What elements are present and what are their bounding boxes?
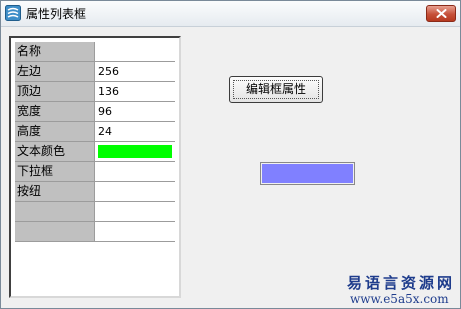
window-title: 属性列表框 — [26, 7, 87, 21]
property-value[interactable]: 136 — [95, 82, 175, 101]
property-row[interactable]: 顶边 136 — [15, 82, 175, 102]
close-button[interactable] — [426, 5, 456, 22]
property-name: 宽度 — [15, 102, 95, 121]
property-row[interactable]: 按纽 — [15, 182, 175, 202]
property-name — [15, 222, 95, 241]
property-name: 左边 — [15, 62, 95, 81]
property-name: 按纽 — [15, 182, 95, 201]
property-value[interactable] — [95, 182, 175, 201]
watermark-site-name: 易语言资源网 — [347, 274, 456, 292]
title-bar[interactable]: 属性列表框 — [1, 1, 460, 27]
property-row[interactable]: 高度 24 — [15, 122, 175, 142]
close-icon — [436, 9, 447, 18]
color-swatch[interactable] — [98, 145, 172, 158]
preview-fill — [262, 164, 353, 183]
property-row[interactable]: 文本颜色 — [15, 142, 175, 162]
property-value[interactable] — [95, 142, 175, 161]
property-row[interactable] — [15, 202, 175, 222]
property-row[interactable]: 下拉框 — [15, 162, 175, 182]
property-list[interactable]: 名称 左边 256 顶边 136 宽度 96 高度 24 文本颜色 下拉框 按纽 — [9, 36, 181, 298]
property-row[interactable]: 左边 256 — [15, 62, 175, 82]
client-area: 名称 左边 256 顶边 136 宽度 96 高度 24 文本颜色 下拉框 按纽 编辑框属性 易语言资… — [1, 27, 460, 308]
watermark-url: www.e5a5x.com — [350, 292, 449, 306]
app-icon — [5, 5, 21, 21]
property-name — [15, 202, 95, 221]
edit-properties-button[interactable]: 编辑框属性 — [229, 76, 323, 103]
property-value[interactable] — [95, 222, 175, 241]
property-value[interactable]: 256 — [95, 62, 175, 81]
edit-properties-label: 编辑框属性 — [245, 82, 306, 96]
property-name: 顶边 — [15, 82, 95, 101]
property-name: 高度 — [15, 122, 95, 141]
property-rows: 名称 左边 256 顶边 136 宽度 96 高度 24 文本颜色 下拉框 按纽 — [15, 42, 175, 242]
property-value[interactable] — [95, 162, 175, 181]
property-row[interactable]: 名称 — [15, 42, 175, 62]
preview-edit-box[interactable] — [260, 162, 355, 185]
property-row[interactable]: 宽度 96 — [15, 102, 175, 122]
property-value[interactable] — [95, 202, 175, 221]
property-name: 下拉框 — [15, 162, 95, 181]
property-value[interactable] — [95, 42, 175, 61]
property-name: 文本颜色 — [15, 142, 95, 161]
property-value[interactable]: 24 — [95, 122, 175, 141]
main-window: 属性列表框 名称 左边 256 顶边 136 宽度 96 高度 24 文本颜色 下拉框 按纽 编辑框属… — [0, 0, 461, 309]
property-value[interactable]: 96 — [95, 102, 175, 121]
property-name: 名称 — [15, 42, 95, 61]
property-row[interactable] — [15, 222, 175, 242]
